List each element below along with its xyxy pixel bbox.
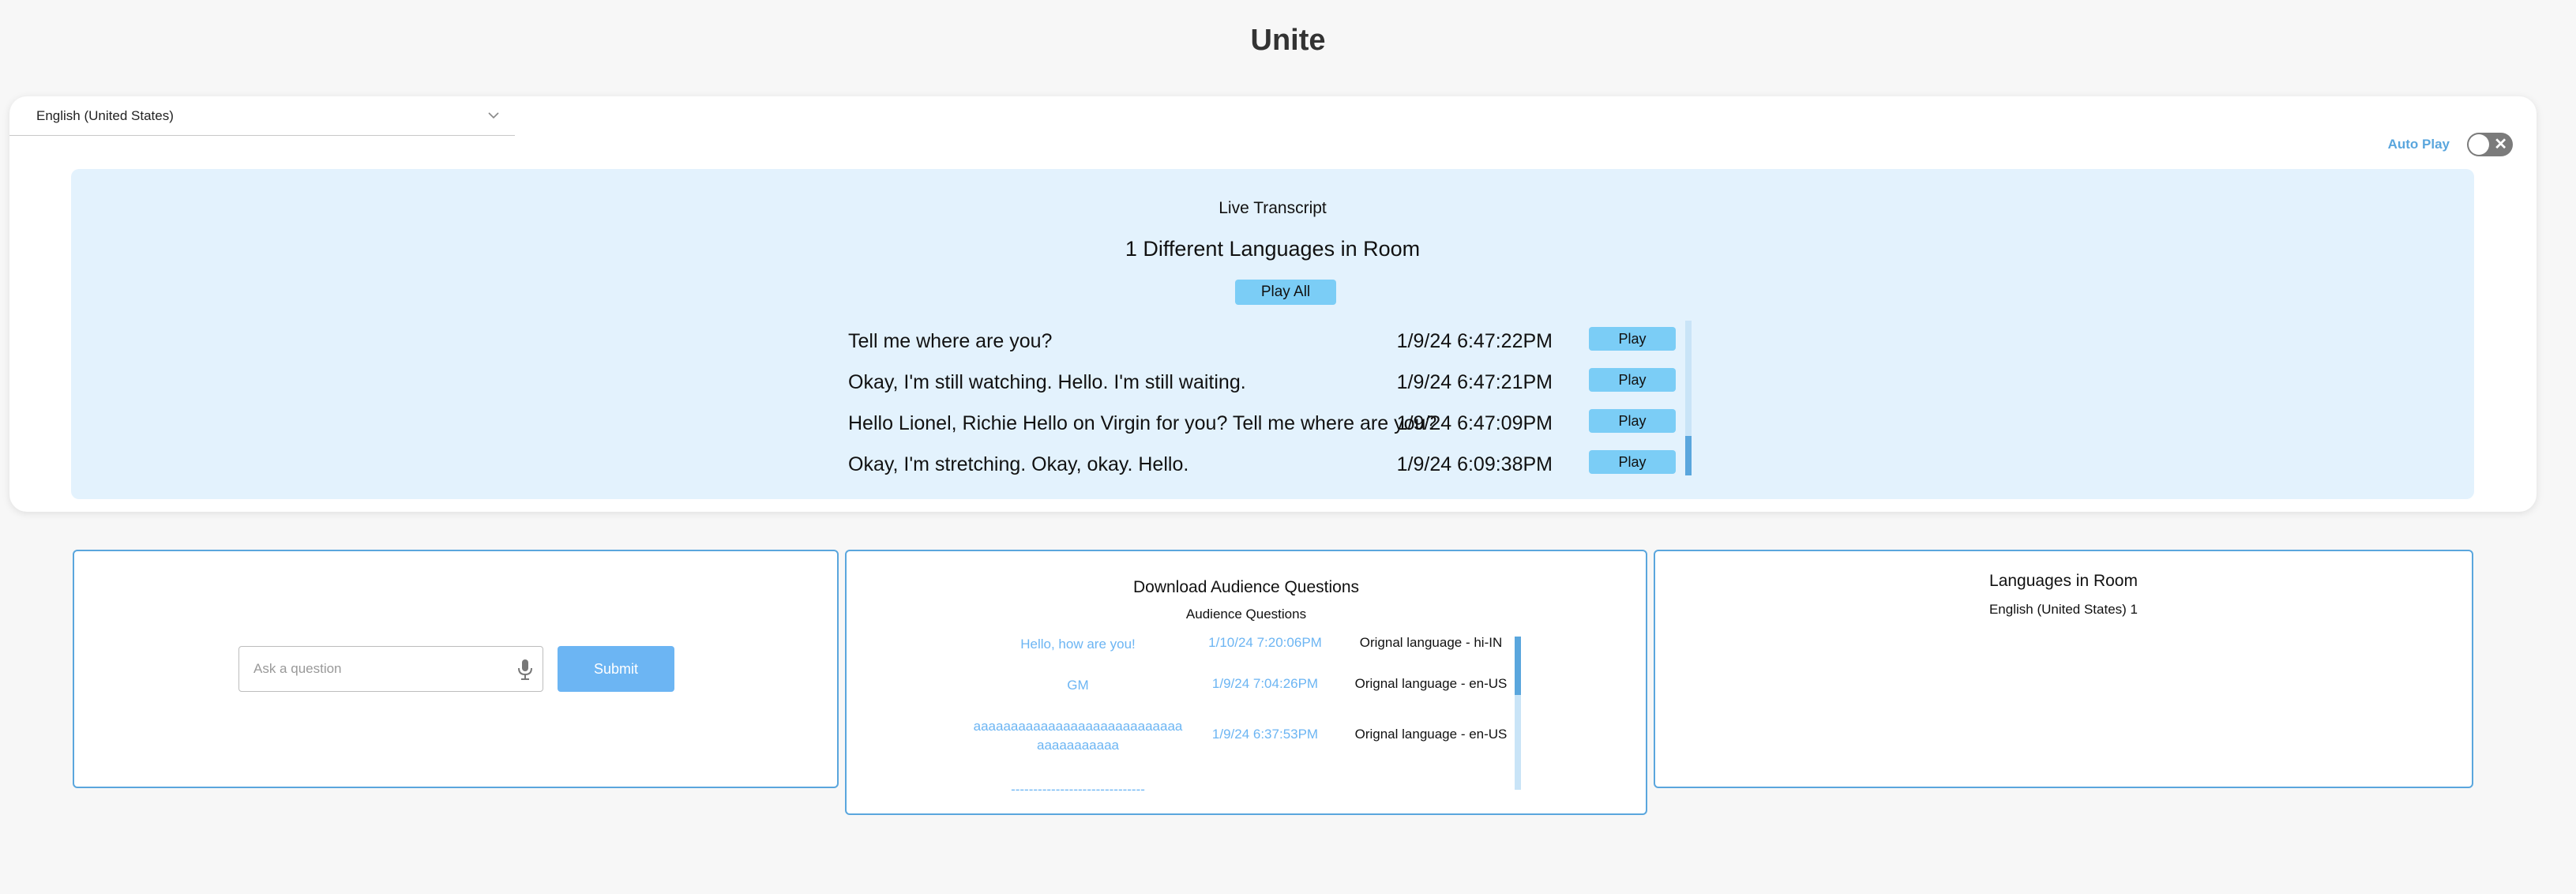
languages-in-room-title: Languages in Room: [1989, 572, 2138, 590]
question-time: 1/9/24 6:37:53PM: [1211, 727, 1319, 742]
transcript-time: 1/9/24 6:47:21PM: [1396, 371, 1553, 393]
question-text: aaaaaaaaaaaaaaaaaaaaaaaaaaaaaaaaaaaaaaa: [973, 719, 1183, 753]
transcript-text: Hello Lionel, Richie Hello on Virgin for…: [848, 412, 1437, 434]
audience-questions-subtitle: Audience Questions: [1185, 607, 1307, 622]
chevron-down-icon: [485, 107, 502, 125]
play-button[interactable]: Play: [1589, 409, 1676, 433]
questions-list[interactable]: Hello, how are you! 1/10/24 7:20:06PM Or…: [847, 630, 1646, 791]
download-questions-title[interactable]: Download Audience Questions: [847, 578, 1646, 597]
transcript-row: Tell me where are you? 1/9/24 6:47:22PM …: [848, 321, 1676, 362]
transcript-time: 1/9/24 6:47:22PM: [1396, 330, 1553, 352]
transcript-row: Okay, I'm stretching. Okay, okay. Hello.…: [848, 444, 1676, 485]
main-card: English (United States) Auto Play ✕ Live…: [9, 96, 2537, 512]
audience-questions-box: Download Audience Questions Audience Que…: [845, 550, 1647, 815]
languages-in-room-box: Languages in Room English (United States…: [1654, 550, 2473, 788]
close-icon: ✕: [2494, 136, 2507, 153]
transcript-heading: Live Transcript: [1219, 199, 1327, 217]
questions-scrollbar[interactable]: [1515, 637, 1521, 790]
transcript-text: Tell me where are you?: [848, 330, 1053, 352]
languages-count-heading: 1 Different Languages in Room: [1125, 237, 1421, 261]
transcript-list[interactable]: Tell me where are you? 1/9/24 6:47:22PM …: [848, 321, 1692, 479]
question-time: 1/10/24 7:20:06PM: [1208, 635, 1322, 650]
question-time: 1/9/24 7:04:26PM: [1211, 676, 1319, 691]
play-button[interactable]: Play: [1589, 327, 1676, 351]
transcript-text: Okay, I'm stretching. Okay, okay. Hello.: [848, 453, 1189, 475]
ask-question-field: [238, 646, 543, 692]
play-button[interactable]: Play: [1589, 368, 1676, 392]
question-language: Orignal language - en-US: [1354, 727, 1508, 742]
live-transcript-panel: Live Transcript 1 Different Languages in…: [71, 169, 2474, 499]
transcript-scrollbar[interactable]: [1685, 321, 1692, 475]
ask-question-box: Submit: [73, 550, 839, 788]
toggle-knob: [2469, 134, 2489, 155]
question-text: Hello, how are you!: [1020, 637, 1136, 652]
transcript-row: Okay, I'm still watching. Hello. I'm sti…: [848, 362, 1676, 403]
scrollbar-thumb[interactable]: [1515, 637, 1521, 695]
language-select-value: English (United States): [36, 107, 174, 123]
question-text: GM: [1067, 678, 1089, 693]
autoplay-toggle[interactable]: ✕: [2467, 133, 2513, 156]
autoplay-control: Auto Play ✕: [2388, 133, 2513, 156]
transcript-row: Hello Lionel, Richie Hello on Virgin for…: [848, 403, 1676, 444]
play-all-button[interactable]: Play All: [1235, 280, 1336, 305]
app-title: Unite: [1250, 24, 1326, 57]
transcript-time: 1/9/24 6:09:38PM: [1396, 453, 1553, 475]
scrollbar-thumb[interactable]: [1685, 436, 1692, 475]
question-input[interactable]: [239, 647, 500, 691]
language-select[interactable]: English (United States): [9, 96, 515, 136]
microphone-icon[interactable]: [516, 658, 535, 682]
language-room-item: English (United States) 1: [1988, 602, 2139, 617]
submit-button[interactable]: Submit: [558, 646, 674, 692]
play-button[interactable]: Play: [1589, 450, 1676, 474]
question-language: Orignal language - en-US: [1354, 676, 1508, 691]
transcript-time: 1/9/24 6:47:09PM: [1396, 412, 1553, 434]
transcript-text: Okay, I'm still watching. Hello. I'm sti…: [848, 371, 1246, 393]
question-language: Orignal language - hi-IN: [1359, 635, 1503, 650]
question-text: ------------------------------: [1011, 782, 1145, 791]
autoplay-label: Auto Play: [2387, 137, 2450, 152]
